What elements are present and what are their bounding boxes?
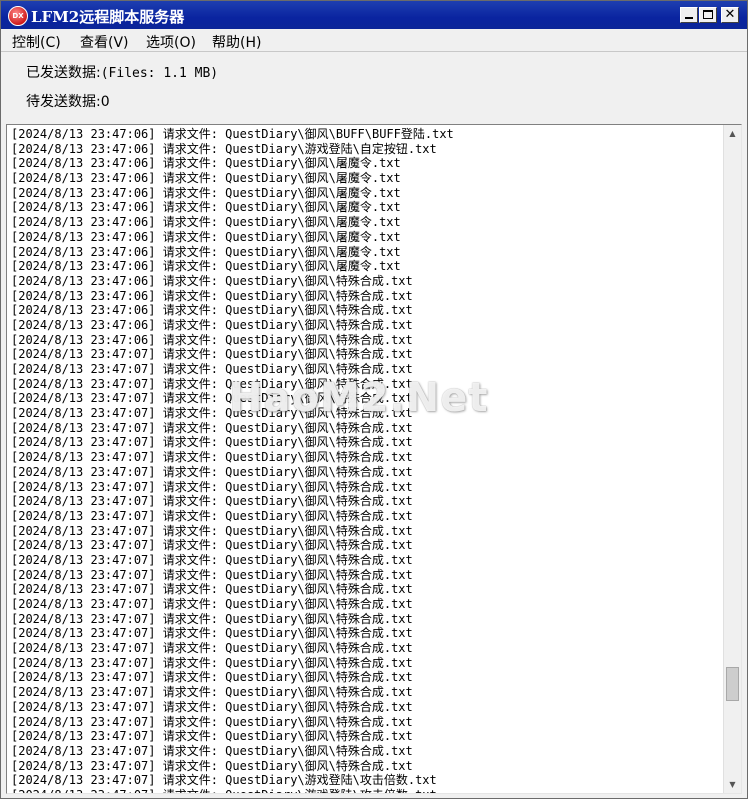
minimize-icon — [685, 17, 693, 19]
log-line: [2024/8/13 23:47:06] 请求文件: QuestDiary\御风… — [11, 332, 413, 347]
log-line: [2024/8/13 23:47:07] 请求文件: QuestDiary\御风… — [11, 670, 413, 685]
log-line: [2024/8/13 23:47:07] 请求文件: QuestDiary\御风… — [11, 597, 413, 611]
log-line: [2024/8/13 23:47:07] 请求文件: QuestDiary\御风… — [11, 729, 413, 744]
log-line: [2024/8/13 23:47:06] 请求文件: QuestDiary\御风… — [11, 273, 413, 288]
pending-data-label: 待发送数据: — [26, 94, 101, 110]
log-line: [2024/8/13 23:47:06] 请求文件: QuestDiary\御风… — [11, 156, 401, 171]
log-line: [2024/8/13 23:47:07] 请求文件: QuestDiary\御风… — [11, 538, 413, 553]
log-line: [2024/8/13 23:47:07] 请求文件: QuestDiary\游戏… — [11, 788, 721, 793]
log-line: [2024/8/13 23:47:07] 请求文件: QuestDiary\御风… — [11, 508, 413, 523]
log-line: [2024/8/13 23:47:06] 请求文件: QuestDiary\御风… — [11, 244, 401, 259]
log-line: [2024/8/13 23:47:07] 请求文件: QuestDiary\御风… — [11, 391, 413, 406]
close-icon: ✕ — [724, 7, 736, 22]
log-line: [2024/8/13 23:47:07] 请求文件: QuestDiary\御风… — [11, 450, 413, 465]
log-line: [2024/8/13 23:47:07] 请求文件: QuestDiary\御风… — [11, 494, 413, 509]
log-panel[interactable]: [2024/8/13 23:47:06] 请求文件: QuestDiary\御风… — [6, 124, 742, 794]
log-line: [2024/8/13 23:47:07] 请求文件: QuestDiary\御风… — [11, 655, 413, 670]
title-bar[interactable]: DX LFM2远程脚本服务器 ✕ — [1, 1, 747, 29]
log-line: [2024/8/13 23:47:07] 请求文件: QuestDiary\御风… — [11, 420, 413, 435]
log-line: [2024/8/13 23:47:06] 请求文件: QuestDiary\御风… — [11, 303, 413, 318]
scrollbar-thumb[interactable] — [726, 667, 739, 701]
log-line: [2024/8/13 23:47:06] 请求文件: QuestDiary\御风… — [11, 259, 401, 274]
log-line: [2024/8/13 23:47:07] 请求文件: QuestDiary\御风… — [11, 714, 413, 729]
log-line: [2024/8/13 23:47:07] 请求文件: QuestDiary\游戏… — [11, 773, 437, 788]
menu-control[interactable]: 控制(C) — [12, 32, 61, 52]
log-line: [2024/8/13 23:47:07] 请求文件: QuestDiary\御风… — [11, 347, 413, 362]
log-line: [2024/8/13 23:47:07] 请求文件: QuestDiary\御风… — [11, 758, 413, 773]
log-line: [2024/8/13 23:47:07] 请求文件: QuestDiary\御风… — [11, 376, 413, 391]
log-line: [2024/8/13 23:47:06] 请求文件: QuestDiary\御风… — [11, 185, 401, 200]
window-title: LFM2远程脚本服务器 — [31, 8, 185, 26]
log-line: [2024/8/13 23:47:06] 请求文件: QuestDiary\御风… — [11, 171, 401, 186]
log-line: [2024/8/13 23:47:07] 请求文件: QuestDiary\御风… — [11, 567, 413, 582]
menu-view[interactable]: 查看(V) — [80, 32, 129, 52]
log-line: [2024/8/13 23:47:07] 请求文件: QuestDiary\御风… — [11, 362, 413, 376]
app-disc-icon[interactable]: DX — [8, 6, 28, 26]
log-line: [2024/8/13 23:47:07] 请求文件: QuestDiary\御风… — [11, 523, 413, 538]
log-line: [2024/8/13 23:47:06] 请求文件: QuestDiary\御风… — [11, 288, 413, 303]
log-line: [2024/8/13 23:47:07] 请求文件: QuestDiary\御风… — [11, 552, 413, 567]
maximize-icon — [703, 10, 713, 19]
log-line: [2024/8/13 23:47:06] 请求文件: QuestDiary\御风… — [11, 127, 454, 141]
menu-help[interactable]: 帮助(H) — [212, 32, 261, 52]
menu-bar: 控制(C) 查看(V) 选项(O) 帮助(H) — [1, 29, 747, 52]
sent-data-status: 已发送数据:(Files: 1.1 MB) — [26, 62, 218, 82]
minimize-button[interactable] — [680, 7, 698, 23]
log-line: [2024/8/13 23:47:06] 请求文件: QuestDiary\游戏… — [11, 141, 437, 156]
log-line: [2024/8/13 23:47:07] 请求文件: QuestDiary\御风… — [11, 743, 413, 758]
log-line: [2024/8/13 23:47:06] 请求文件: QuestDiary\御风… — [11, 317, 413, 332]
log-line: [2024/8/13 23:47:07] 请求文件: QuestDiary\御风… — [11, 685, 413, 700]
log-line: [2024/8/13 23:47:06] 请求文件: QuestDiary\御风… — [11, 200, 401, 215]
log-line: [2024/8/13 23:47:06] 请求文件: QuestDiary\御风… — [11, 215, 401, 230]
log-line: [2024/8/13 23:47:06] 请求文件: QuestDiary\御风… — [11, 229, 401, 244]
maximize-button[interactable] — [699, 7, 717, 23]
pending-data-status: 待发送数据:0 — [26, 91, 110, 111]
log-line: [2024/8/13 23:47:07] 请求文件: QuestDiary\御风… — [11, 626, 413, 641]
close-button[interactable]: ✕ — [721, 7, 739, 23]
sent-data-value: (Files: 1.1 MB) — [100, 66, 219, 81]
scroll-up-arrow-icon[interactable]: ▲ — [725, 126, 740, 141]
app-window: DX LFM2远程脚本服务器 ✕ 控制(C) 查看(V) 选项(O) 帮助(H)… — [0, 0, 748, 799]
log-line: [2024/8/13 23:47:07] 请求文件: QuestDiary\御风… — [11, 611, 413, 626]
pending-data-value: 0 — [100, 94, 110, 110]
menu-options[interactable]: 选项(O) — [146, 32, 196, 52]
log-line: [2024/8/13 23:47:07] 请求文件: QuestDiary\御风… — [11, 464, 413, 479]
log-list[interactable]: [2024/8/13 23:47:06] 请求文件: QuestDiary\御风… — [11, 127, 721, 793]
log-line: [2024/8/13 23:47:07] 请求文件: QuestDiary\御风… — [11, 582, 413, 597]
log-line: [2024/8/13 23:47:07] 请求文件: QuestDiary\御风… — [11, 699, 413, 714]
log-line: [2024/8/13 23:47:07] 请求文件: QuestDiary\御风… — [11, 641, 413, 656]
vertical-scrollbar[interactable]: ▲ ▼ — [723, 125, 741, 793]
sent-data-label: 已发送数据: — [26, 65, 101, 81]
scroll-down-arrow-icon[interactable]: ▼ — [725, 777, 740, 792]
log-line: [2024/8/13 23:47:07] 请求文件: QuestDiary\御风… — [11, 435, 413, 450]
log-line: [2024/8/13 23:47:07] 请求文件: QuestDiary\御风… — [11, 479, 413, 494]
log-line: [2024/8/13 23:47:07] 请求文件: QuestDiary\御风… — [11, 406, 413, 421]
